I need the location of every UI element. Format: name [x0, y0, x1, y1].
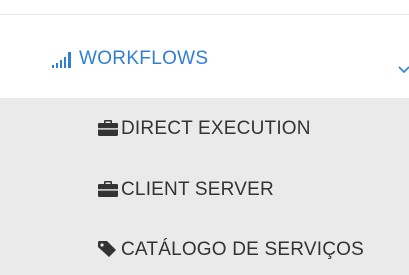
menu-item-label: CLIENT SERVER: [121, 179, 274, 200]
menu-item-label: CATÁLOGO DE SERVIÇOS: [121, 239, 364, 260]
workflows-submenu: DIRECT EXECUTION CLIENT SERVER CATÁLOGO …: [0, 98, 409, 275]
tag-icon: [98, 241, 118, 257]
menu-item-catalogo-de-servicos[interactable]: CATÁLOGO DE SERVIÇOS: [0, 229, 409, 269]
nav-section-workflows[interactable]: WORKFLOWS: [0, 15, 409, 98]
menu-item-direct-execution[interactable]: DIRECT EXECUTION: [0, 108, 409, 148]
menu-item-label: DIRECT EXECUTION: [121, 118, 311, 139]
menu-item-client-server[interactable]: CLIENT SERVER: [0, 169, 409, 209]
briefcase-icon: [98, 120, 118, 136]
sidebar-nav: WORKFLOWS DIRECT EXECUTION CLIENT SERVER…: [0, 0, 409, 275]
briefcase-icon: [98, 181, 118, 197]
chevron-down-icon[interactable]: [398, 61, 409, 74]
signal-bars-icon: [52, 52, 76, 68]
nav-section-label: WORKFLOWS: [79, 48, 209, 69]
